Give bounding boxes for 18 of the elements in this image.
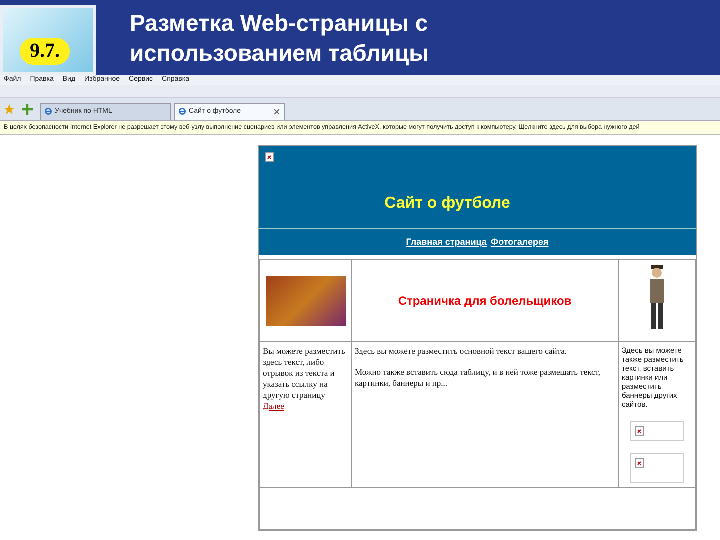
star-icon[interactable] [4,104,15,114]
site-title: Сайт о футболе [384,195,510,213]
browser-page-icon [179,108,186,115]
banner-heading: Страничка для болельщиков [397,294,573,308]
main-paragraph: Можно также вставить сюда таблицу, и в ней тоже размещать текст, картинки, баннеры и пр... [355,367,602,389]
broken-image-icon [635,458,644,468]
more-link[interactable]: Далее [263,401,284,411]
slide-number: 9.7. [20,38,70,65]
left-text: Вы можете разместить здесь текст, либо отрывок из текста и указать ссылку на другую страницу [263,346,346,400]
browser-page-icon [45,108,52,115]
nav-link[interactable]: Фотогалерея [490,237,549,247]
add-icon[interactable] [22,104,33,114]
nav-link[interactable]: Главная страница [406,237,487,247]
slide-title: Разметка Web-страницы с использованием таблицы [130,8,430,68]
broken-image-icon [265,152,274,162]
close-icon[interactable] [274,109,280,115]
main-paragraph: Здесь вы можете разместить основной текст вашего сайта. [355,346,568,357]
broken-image-icon [635,426,644,436]
